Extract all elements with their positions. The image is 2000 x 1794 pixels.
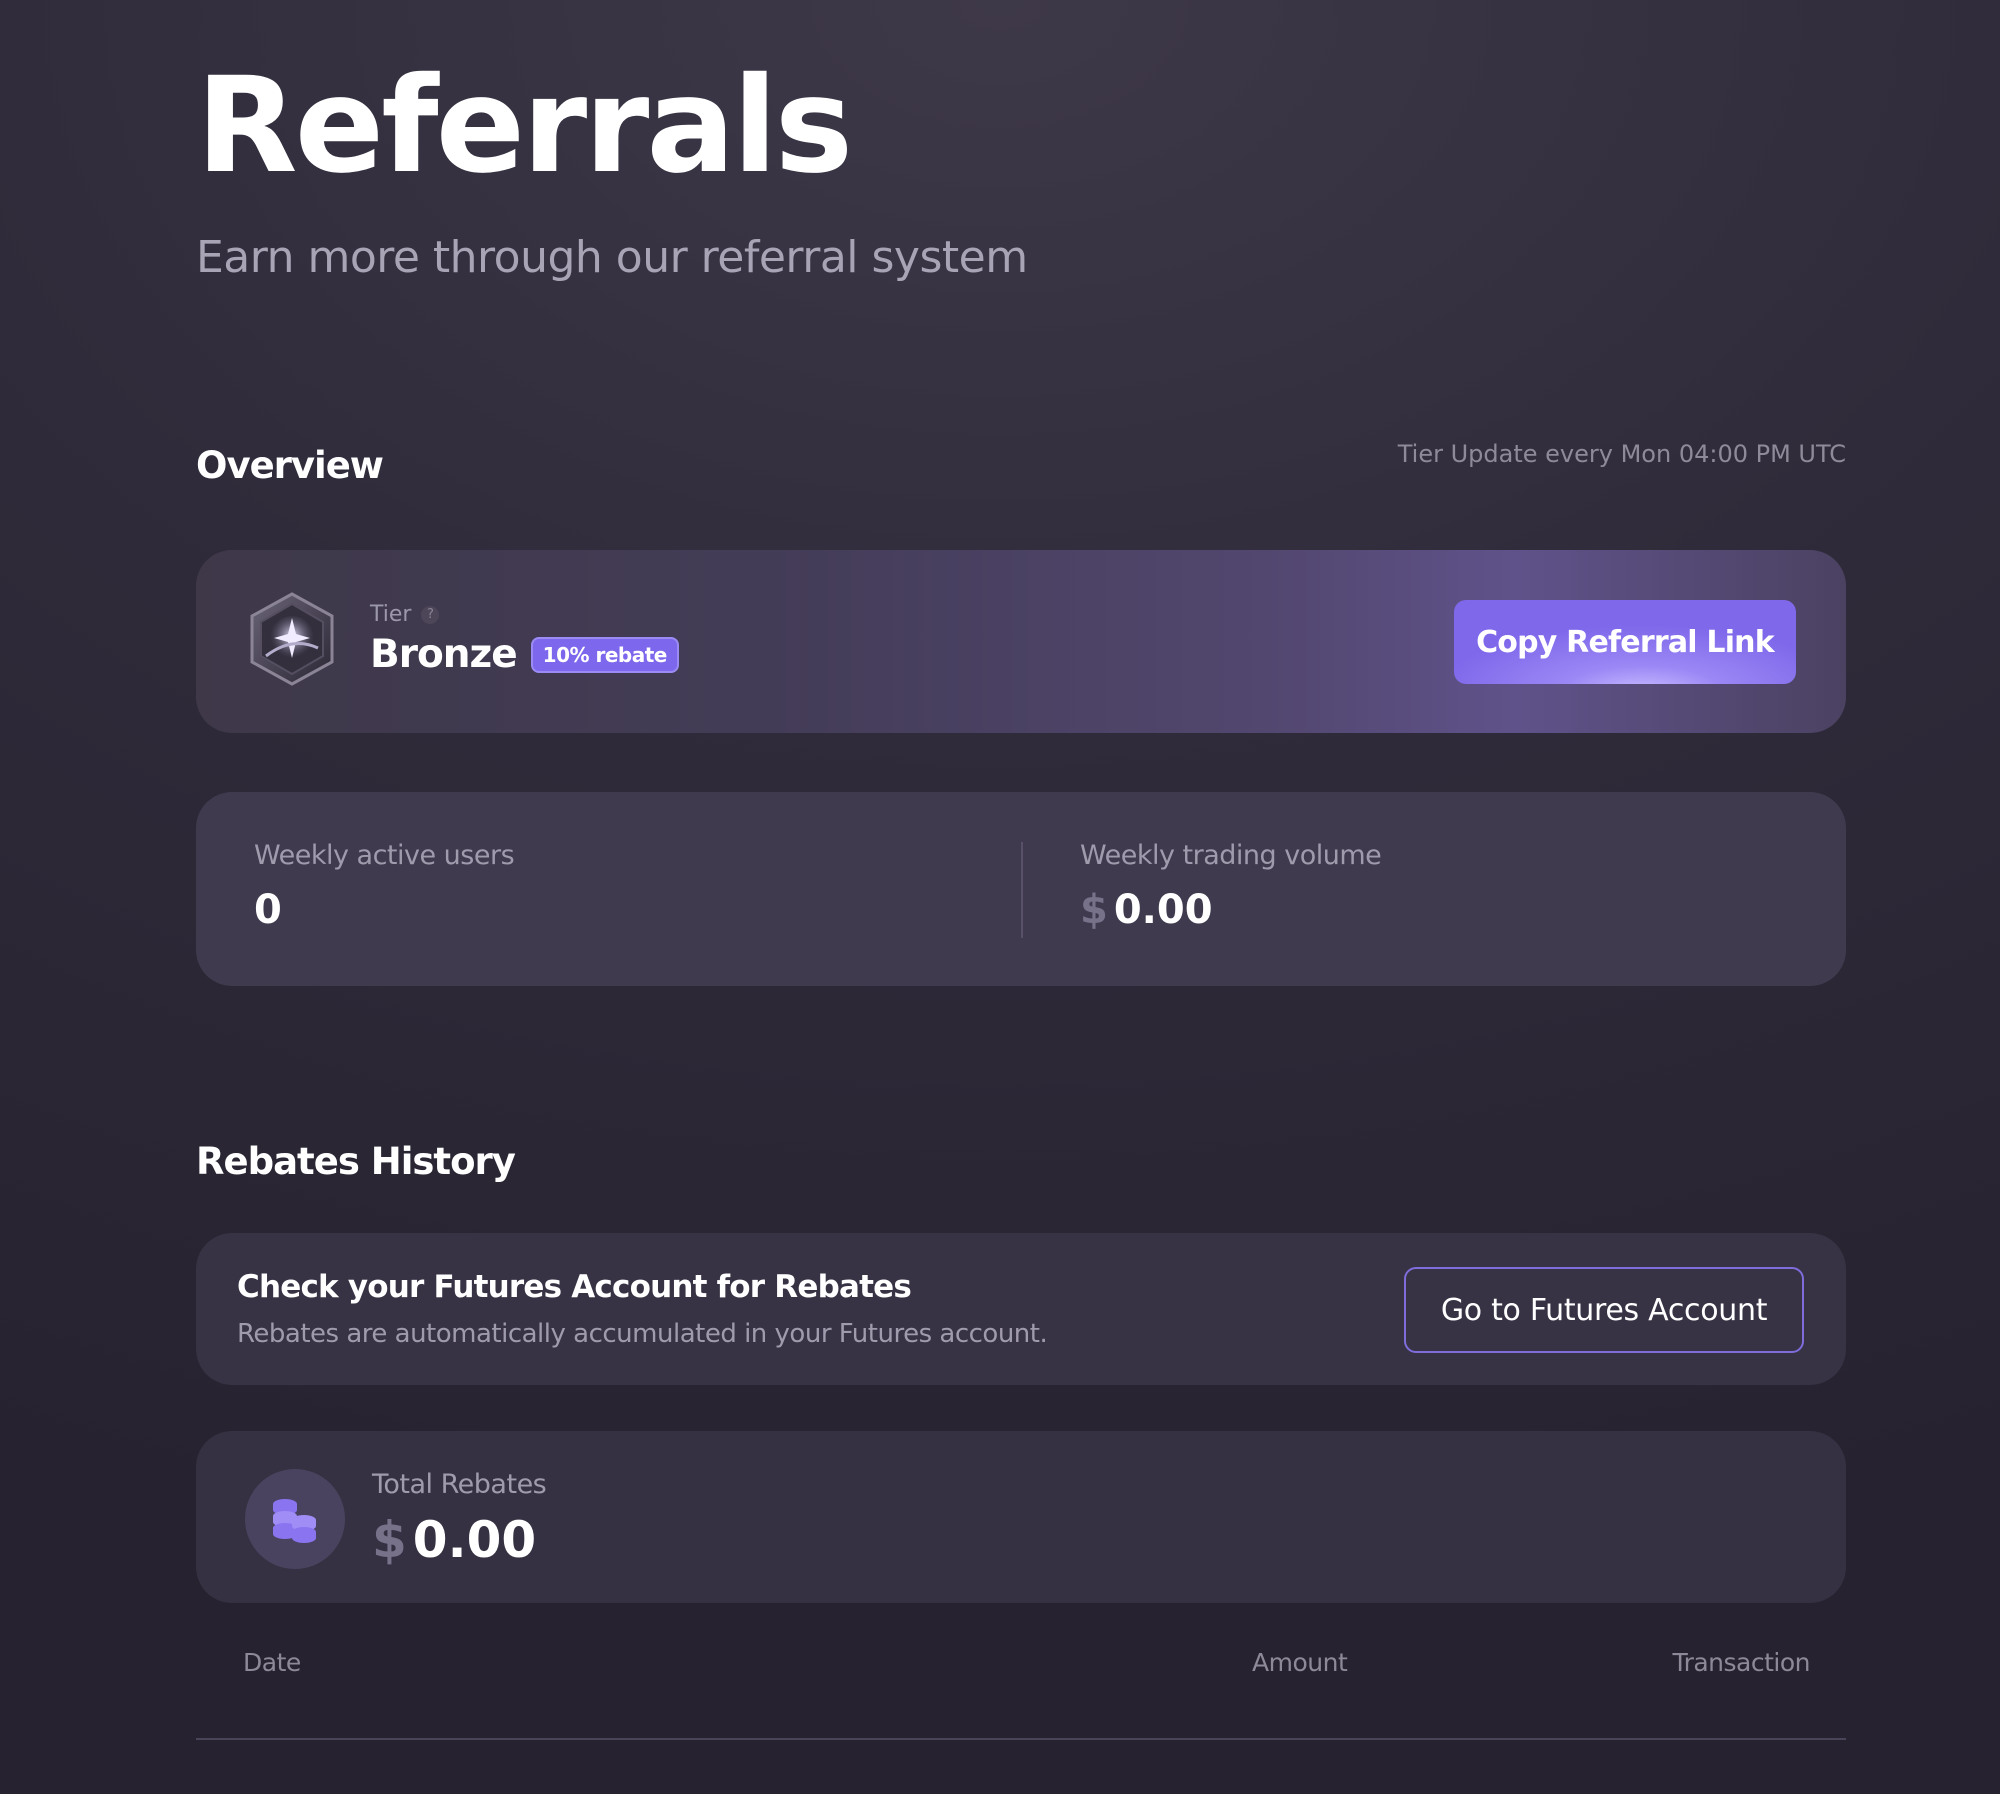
weekly-active-users-label: Weekly active users <box>254 840 515 871</box>
column-header-date: Date <box>243 1648 301 1677</box>
column-header-transaction: Transaction <box>1672 1648 1810 1677</box>
rebate-badge: 10% rebate <box>530 636 679 673</box>
stats-divider <box>1021 842 1023 938</box>
page-subtitle: Earn more through our referral system <box>196 232 1028 283</box>
futures-notice-title: Check your Futures Account for Rebates <box>237 1269 912 1305</box>
tier-card: Tier ? Bronze 10% rebate Copy Referral L… <box>196 550 1846 733</box>
weekly-trading-volume-stat: Weekly trading volume $0.00 <box>1080 840 1382 933</box>
copy-referral-link-button[interactable]: Copy Referral Link <box>1454 600 1796 684</box>
page-title: Referrals <box>196 49 853 203</box>
coins-stack-icon <box>273 1499 316 1543</box>
weekly-trading-volume-value-row: $0.00 <box>1080 887 1381 933</box>
futures-notice-card: Check your Futures Account for Rebates R… <box>196 1233 1846 1385</box>
total-rebates-value: 0.00 <box>412 1511 537 1569</box>
currency-symbol: $ <box>1080 887 1108 933</box>
total-rebates-card: Total Rebates $0.00 <box>196 1431 1846 1603</box>
tier-update-note: Tier Update every Mon 04:00 PM UTC <box>1397 440 1846 468</box>
weekly-stats-card: Weekly active users 0 Weekly trading vol… <box>196 792 1846 986</box>
tier-name-row: Bronze 10% rebate <box>370 632 679 677</box>
tier-name: Bronze <box>370 632 518 677</box>
bronze-tier-badge-icon <box>250 592 334 686</box>
weekly-trading-volume-label: Weekly trading volume <box>1080 840 1382 871</box>
rebates-history-section-title: Rebates History <box>196 1140 516 1183</box>
column-header-amount: Amount <box>1252 1648 1348 1677</box>
tier-label: Tier <box>370 602 412 627</box>
rebates-table-header: Date Amount Transaction <box>196 1648 1846 1740</box>
help-icon[interactable]: ? <box>421 605 440 624</box>
total-rebates-value-row: $0.00 <box>372 1511 536 1569</box>
overview-section-title: Overview <box>196 444 384 487</box>
go-to-futures-account-button[interactable]: Go to Futures Account <box>1404 1267 1804 1353</box>
weekly-trading-volume-value: 0.00 <box>1113 887 1213 933</box>
total-rebates-label: Total Rebates <box>372 1469 547 1500</box>
weekly-active-users-value: 0 <box>254 887 282 933</box>
tier-label-row: Tier ? <box>370 602 440 627</box>
weekly-active-users-stat: Weekly active users 0 <box>254 840 515 933</box>
coins-icon-container <box>245 1469 345 1569</box>
futures-notice-description: Rebates are automatically accumulated in… <box>237 1319 1048 1349</box>
currency-symbol: $ <box>372 1511 407 1569</box>
